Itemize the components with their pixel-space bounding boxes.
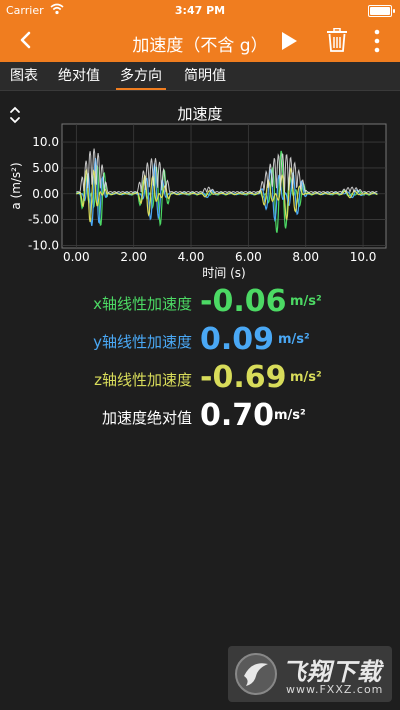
more-vertical-icon[interactable] [370, 28, 384, 54]
tab-graph[interactable]: 图表 [6, 62, 42, 90]
battery-icon [368, 5, 395, 17]
status-bar: Carrier 3:47 PM [0, 0, 400, 20]
readout-absolute-value: 0.70 [200, 398, 275, 433]
play-icon[interactable] [278, 30, 300, 52]
x-tick-label: 2.00 [120, 250, 147, 264]
readout-y-unit: m/s² [278, 332, 310, 347]
readout-absolute: 加速度绝对值 0.70 m/s² [0, 398, 400, 442]
tab-multi-direction[interactable]: 多方向 [116, 62, 166, 90]
y-tick-label: 0.00 [32, 187, 59, 201]
y-axis-label: a (m/s²) [9, 162, 23, 209]
readout-z-unit: m/s² [290, 370, 322, 385]
y-tick-label: -10.0 [28, 238, 59, 252]
tab-bar: 图表 绝对值 多方向 简明值 [0, 62, 400, 91]
y-tick-label: 5.00 [32, 161, 59, 175]
readout-x-value: -0.06 [200, 284, 287, 319]
x-tick-label: 10.0 [350, 250, 377, 264]
y-tick-label: -5.00 [28, 213, 59, 227]
watermark: 飞翔下载 www.FXXZ.com [228, 646, 392, 702]
tab-simple-values[interactable]: 简明值 [180, 62, 230, 90]
acceleration-chart: 0.00 2.00 4.00 6.00 8.00 10.0 10.0 5.00 0.00 -5.0… [9, 123, 387, 280]
x-axis-label: 时间 (s) [202, 266, 245, 280]
x-tick-label: 8.00 [292, 250, 319, 264]
readout-y-value: 0.09 [200, 322, 275, 357]
trash-icon[interactable] [326, 28, 348, 52]
readout-absolute-label: 加速度绝对值 [101, 409, 192, 427]
watermark-logo-icon [235, 653, 277, 695]
watermark-url: www.FXXZ.com [286, 683, 384, 696]
plot-area [61, 123, 387, 249]
readout-z-value: -0.69 [200, 360, 287, 395]
watermark-name: 飞翔下载 [282, 658, 382, 686]
tab-absolute[interactable]: 绝对值 [54, 62, 104, 90]
readout-x-label: x轴线性加速度 [93, 295, 192, 313]
x-tick-label: 4.00 [178, 250, 205, 264]
readout-absolute-unit: m/s² [274, 408, 306, 423]
x-tick-label: 6.00 [235, 250, 262, 264]
readout-x-unit: m/s² [290, 294, 322, 309]
x-tick-label: 0.00 [63, 250, 90, 264]
readout-y-label: y轴线性加速度 [93, 333, 192, 351]
navigation-bar: 加速度（不含 g） [0, 20, 400, 62]
readout-z-label: z轴线性加速度 [94, 371, 192, 389]
y-tick-label: 10.0 [32, 135, 59, 149]
status-time: 3:47 PM [174, 4, 226, 17]
